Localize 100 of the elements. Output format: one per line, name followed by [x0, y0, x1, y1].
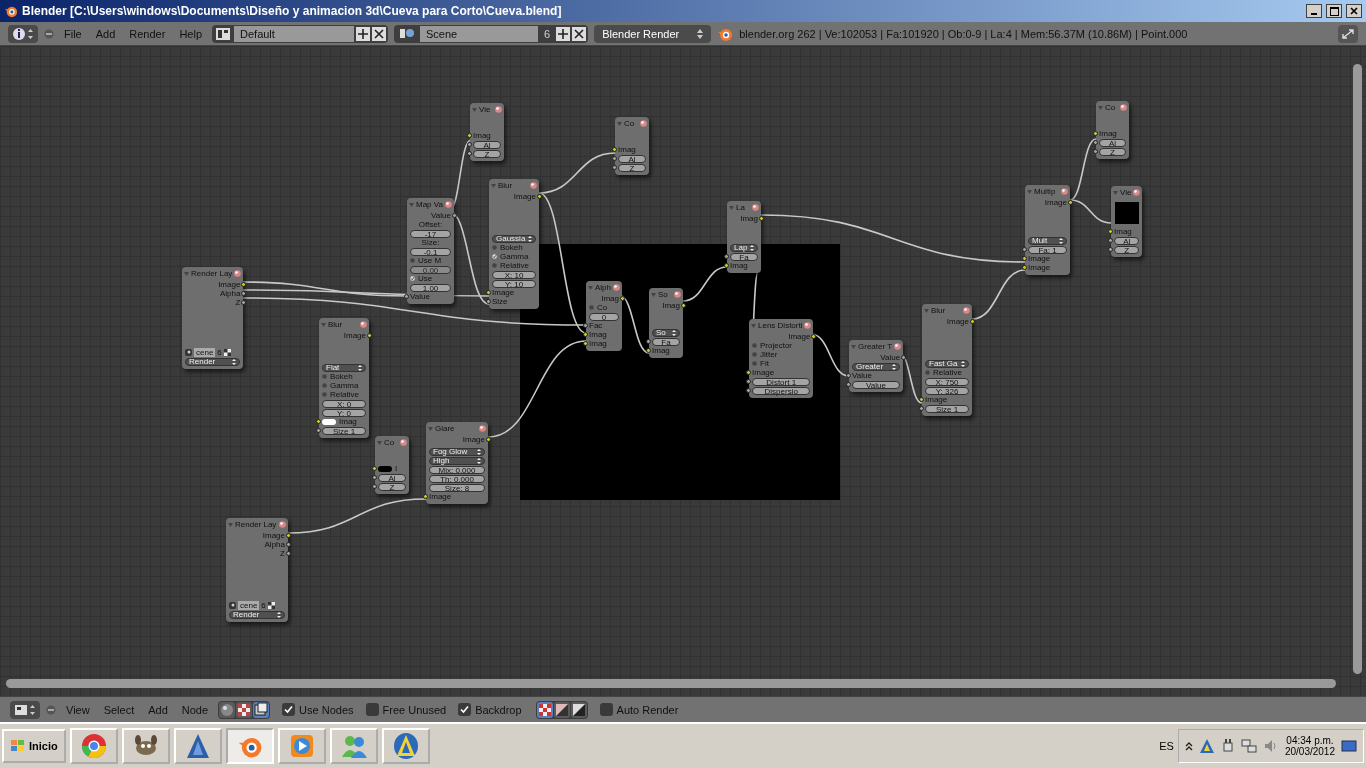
- plug-icon[interactable]: [1220, 738, 1235, 754]
- socket-icon[interactable]: [746, 388, 751, 393]
- socket-icon[interactable]: [537, 194, 542, 199]
- layout-field[interactable]: Default: [234, 25, 354, 42]
- number-field[interactable]: Al: [378, 473, 406, 482]
- node-panel[interactable]: Alph Imag Co 0 Fac Imag Imag: [586, 281, 622, 351]
- tree-type-button[interactable]: [236, 701, 253, 718]
- socket-icon[interactable]: [846, 373, 851, 378]
- socket-icon[interactable]: [1022, 256, 1027, 261]
- editor-type-button[interactable]: [10, 700, 40, 719]
- socket-icon[interactable]: [286, 542, 291, 547]
- socket-icon[interactable]: [612, 156, 617, 161]
- fullscreen-icon[interactable]: [1338, 24, 1358, 43]
- dropdown-menu[interactable]: Render: [229, 610, 285, 619]
- checkbox-icon[interactable]: [410, 258, 415, 263]
- sphere-icon[interactable]: [530, 182, 537, 189]
- number-field[interactable]: Z: [618, 163, 646, 172]
- color-swatch[interactable]: [322, 418, 336, 425]
- socket-icon[interactable]: [241, 282, 247, 287]
- desktop-icon[interactable]: [1341, 739, 1357, 753]
- color-swatch[interactable]: [378, 465, 392, 472]
- minimize-button[interactable]: [1306, 4, 1322, 18]
- taskbar-app-button[interactable]: [69, 728, 118, 764]
- number-field[interactable]: Z: [1099, 147, 1126, 156]
- network-icon[interactable]: [1240, 738, 1257, 754]
- number-field[interactable]: Fa: [730, 252, 758, 261]
- checkbox-icon[interactable]: [752, 352, 757, 357]
- render-engine-dropdown[interactable]: Blender Render: [594, 24, 712, 43]
- node-panel[interactable]: Lens Distorti Image Projector Jitter Fit Image Distort 1 Dispersio: [749, 319, 814, 398]
- sphere-icon[interactable]: [804, 322, 812, 329]
- socket-icon[interactable]: [970, 319, 975, 324]
- menu-item[interactable]: Add: [91, 27, 120, 40]
- taskbar-app-button[interactable]: [381, 728, 430, 764]
- add-icon[interactable]: [356, 26, 370, 41]
- dropdown-menu[interactable]: So: [652, 328, 680, 337]
- sphere-icon[interactable]: [479, 425, 486, 432]
- node-panel[interactable]: Glare Image Fog Glow High Mix: 0.000 Th: 0.000 Size: 8 Image: [426, 422, 488, 504]
- number-field[interactable]: X: 10: [492, 270, 536, 279]
- number-field[interactable]: 0: [589, 312, 619, 321]
- socket-icon[interactable]: [372, 466, 377, 471]
- node-panel[interactable]: Blur Image Gaussia Bokeh Gamma Relative X: 10 Y: 10 Image Size: [489, 179, 539, 309]
- node-panel[interactable]: Blur Image Fast Ga Relative X: 750 Y: 326 Image Size 1: [922, 304, 972, 416]
- checkbox[interactable]: [599, 703, 613, 716]
- close-icon[interactable]: [572, 26, 587, 41]
- number-field[interactable]: Al: [618, 154, 646, 163]
- number-field[interactable]: Size: 8: [429, 483, 485, 492]
- checkbox[interactable]: [365, 703, 379, 716]
- node-panel[interactable]: Vie Imag Al Z: [1111, 186, 1143, 257]
- socket-icon[interactable]: [583, 323, 588, 328]
- maximize-button[interactable]: [1326, 4, 1342, 18]
- collapse-icon[interactable]: [46, 704, 56, 715]
- socket-icon[interactable]: [1093, 140, 1098, 145]
- socket-icon[interactable]: [241, 300, 247, 305]
- socket-icon[interactable]: [467, 133, 472, 138]
- socket-icon[interactable]: [759, 216, 764, 221]
- node-panel[interactable]: Multip Image Mult Fa: 1 Image Image: [1025, 185, 1070, 275]
- sphere-icon[interactable]: [613, 284, 620, 291]
- checkbox-icon[interactable]: [492, 254, 497, 259]
- socket-icon[interactable]: [486, 437, 491, 442]
- number-field[interactable]: Fa: [652, 337, 680, 346]
- node-panel[interactable]: Vie Imag Al Z: [470, 103, 504, 161]
- dropdown-menu[interactable]: Lap: [730, 243, 758, 252]
- socket-icon[interactable]: [1068, 200, 1073, 205]
- sphere-icon[interactable]: [963, 307, 970, 314]
- socket-icon[interactable]: [241, 291, 247, 296]
- sphere-icon[interactable]: [1061, 188, 1068, 195]
- add-icon[interactable]: [556, 26, 571, 41]
- collapse-icon[interactable]: [44, 28, 54, 39]
- socket-icon[interactable]: [286, 533, 291, 538]
- sphere-icon[interactable]: [640, 120, 647, 127]
- socket-icon[interactable]: [486, 290, 491, 295]
- vertical-scrollbar[interactable]: [1353, 64, 1362, 674]
- number-field[interactable]: Al: [1114, 236, 1140, 245]
- socket-icon[interactable]: [612, 165, 617, 170]
- number-field[interactable]: Th: 0.000: [429, 474, 485, 483]
- scene-field[interactable]: Scene: [420, 25, 538, 42]
- emblem-icon[interactable]: [1198, 738, 1215, 754]
- sphere-icon[interactable]: [495, 106, 502, 113]
- number-field[interactable]: Al: [473, 140, 501, 149]
- socket-icon[interactable]: [452, 213, 457, 218]
- socket-icon[interactable]: [919, 397, 924, 402]
- checkbox-icon[interactable]: [925, 370, 930, 375]
- tree-type-button[interactable]: [219, 701, 236, 718]
- chevron-up-icon[interactable]: [1184, 741, 1193, 751]
- sphere-icon[interactable]: [1133, 189, 1141, 196]
- checkbox-icon[interactable]: [410, 276, 415, 281]
- node-panel[interactable]: Render Lay Image Alpha Z cene 6 Render: [226, 518, 288, 622]
- menu-item[interactable]: Node: [177, 703, 213, 716]
- socket-icon[interactable]: [612, 147, 617, 152]
- scene-field[interactable]: cene: [238, 601, 260, 610]
- checkbox-icon[interactable]: [322, 383, 327, 388]
- sphere-icon[interactable]: [400, 439, 407, 446]
- socket-icon[interactable]: [316, 428, 321, 433]
- taskbar-app-button[interactable]: [277, 728, 326, 764]
- checkbox-icon[interactable]: [492, 263, 497, 268]
- tree-type-button[interactable]: [253, 701, 270, 718]
- dropdown-menu[interactable]: High: [429, 456, 485, 465]
- socket-icon[interactable]: [367, 333, 372, 338]
- socket-icon[interactable]: [746, 370, 751, 375]
- editor-type-button[interactable]: [8, 24, 38, 43]
